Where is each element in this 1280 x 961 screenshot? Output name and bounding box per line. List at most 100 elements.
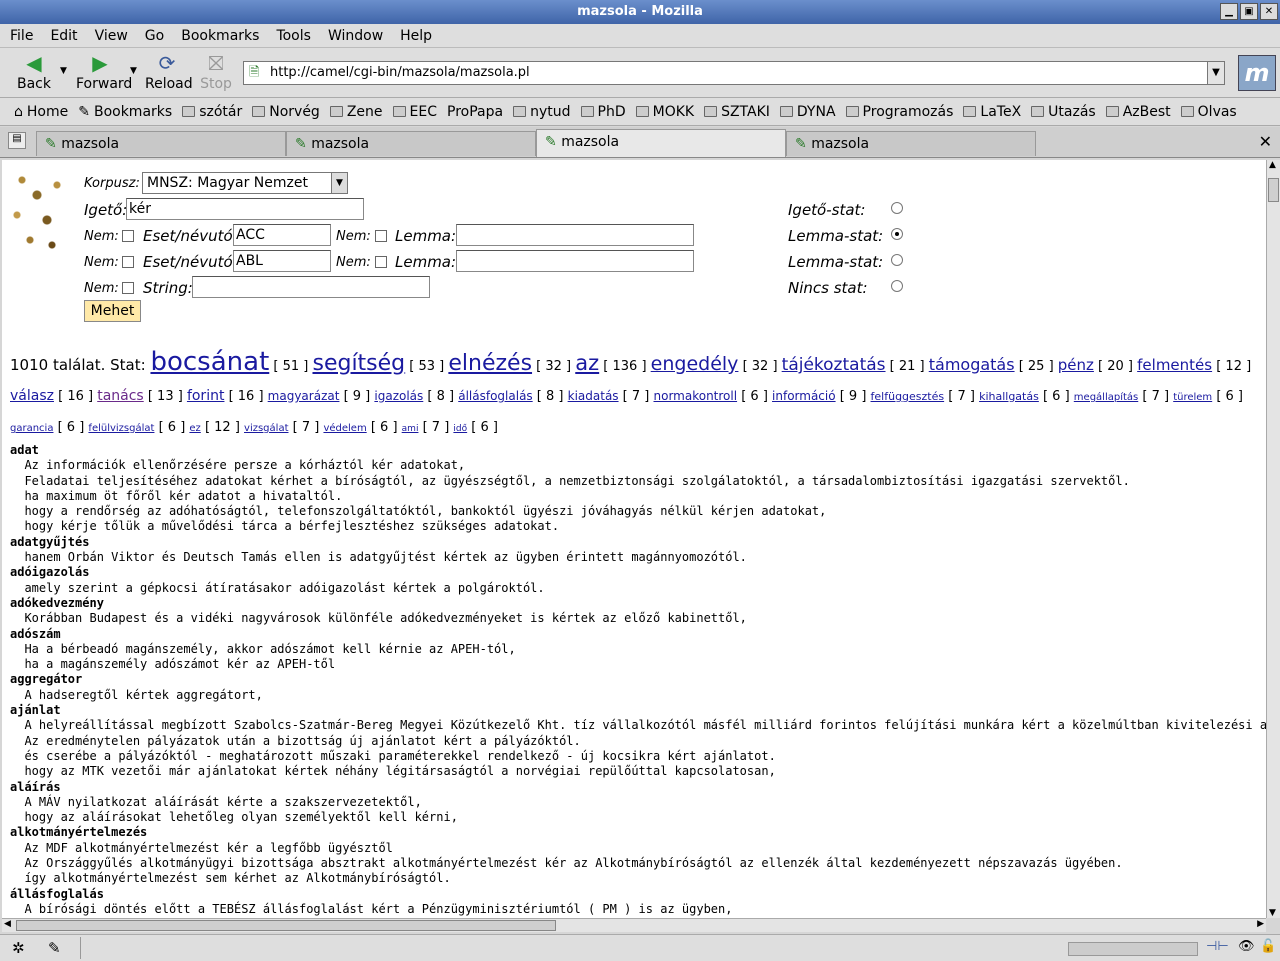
stat-link[interactable]: garancia [10,423,53,434]
navigator-icon[interactable]: ✲ [12,939,25,957]
stat-link[interactable]: igazolás [374,389,423,403]
close-icon[interactable]: ✕ [1260,3,1278,20]
stat-link[interactable]: vizsgálat [244,423,288,434]
igeto-input[interactable]: kér [126,198,364,220]
korpusz-select[interactable]: MNSZ: Magyar Nemzet ▼ [142,172,348,194]
eset-input-1[interactable]: ACC [233,224,331,246]
stat-link[interactable]: pénz [1058,356,1094,374]
menu-go[interactable]: Go [145,28,164,44]
vertical-scrollbar[interactable]: ▲ ▼ [1266,160,1280,918]
bookmark-folder-latex[interactable]: LaTeX [963,104,1021,120]
lemma-input-2[interactable] [456,250,694,272]
eset-input-2[interactable]: ABL [233,250,331,272]
string-input[interactable] [192,276,430,298]
stat-link[interactable]: tanács [97,388,144,404]
nem-checkbox-5[interactable] [122,282,134,294]
stat-link[interactable]: védelem [323,423,366,434]
stat-link[interactable]: az [575,351,599,375]
bookmark-folder-azbest[interactable]: AzBest [1105,104,1171,120]
stat-link[interactable]: ez [189,423,200,434]
scroll-left-icon[interactable]: ◀ [4,919,11,929]
forward-button[interactable]: ▶ Forward [76,52,132,92]
stat-radio-none[interactable] [891,280,903,292]
mozilla-logo[interactable]: m [1238,55,1276,91]
stat-link[interactable]: felfüggesztés [871,390,945,403]
maximize-icon[interactable]: ▣ [1240,3,1258,20]
stat-radio-igeto[interactable] [891,202,903,214]
stat-link[interactable]: információ [772,389,836,403]
stat-link[interactable]: normakontroll [654,389,738,403]
back-dropdown-icon[interactable]: ▼ [60,66,67,76]
stat-link[interactable]: ami [402,424,419,434]
nem-checkbox-4[interactable] [375,256,387,268]
stat-link[interactable]: forint [187,388,225,404]
bookmark-home[interactable]: ⌂ Home [14,104,68,120]
stat-link[interactable]: tájékoztatás [782,355,886,375]
bookmark-folder-phd[interactable]: PhD [580,104,626,120]
bookmark-folder-sztaki[interactable]: SZTAKI [704,104,770,120]
horizontal-scrollbar[interactable]: ◀ ▶ [2,918,1266,932]
stop-button[interactable]: ⛝ Stop [200,52,232,92]
stat-link[interactable]: támogatás [929,355,1015,374]
reload-button[interactable]: ⟳ Reload [145,52,193,92]
new-tab-icon[interactable]: ▤ [8,132,26,149]
nem-checkbox-2[interactable] [375,230,387,242]
stat-link[interactable]: kihallgatás [979,390,1039,403]
minimize-icon[interactable]: ▁ [1220,3,1238,20]
scroll-down-icon[interactable]: ▼ [1269,908,1276,918]
nem-checkbox-3[interactable] [122,256,134,268]
stat-link[interactable]: türelem [1173,392,1212,403]
stat-link[interactable]: engedély [651,353,739,375]
menu-window[interactable]: Window [328,28,383,44]
menu-edit[interactable]: Edit [50,28,77,44]
bookmark-folder-szotar[interactable]: szótár [182,104,242,120]
stat-link[interactable]: segítség [312,351,405,376]
scroll-thumb[interactable] [1268,178,1279,202]
bookmark-bookmarks[interactable]: ✎ Bookmarks [78,104,172,120]
composer-icon[interactable]: ✎ [48,939,61,957]
nem-checkbox-1[interactable] [122,230,134,242]
scroll-up-icon[interactable]: ▲ [1269,160,1276,170]
bookmark-folder-dyna[interactable]: DYNA [779,104,836,120]
lemma-input-1[interactable] [456,224,694,246]
hscroll-thumb[interactable] [16,920,556,931]
bookmark-folder-programozas[interactable]: Programozás [845,104,953,120]
stat-link[interactable]: felülvizsgálat [88,423,154,434]
menu-help[interactable]: Help [400,28,432,44]
bookmark-folder-utazas[interactable]: Utazás [1031,104,1096,120]
url-bar[interactable]: 🗎 http://camel/cgi-bin/mazsola/mazsola.p… [243,61,1209,85]
close-tab-icon[interactable]: ✕ [1259,132,1272,151]
bookmark-propapa[interactable]: ProPapa [447,104,503,120]
result-sentence: Az információk ellenőrzésére persze a kó… [10,458,466,473]
bookmark-folder-norveg[interactable]: Norvég [252,104,320,120]
bookmark-folder-mokk[interactable]: MOKK [635,104,694,120]
stat-radio-lemma-1[interactable] [891,228,903,240]
stat-link[interactable]: magyarázat [268,389,340,403]
url-dropdown-icon[interactable]: ▼ [1207,61,1225,85]
bookmark-folder-olvas[interactable]: Olvas [1180,104,1237,120]
menu-view[interactable]: View [95,28,128,44]
scroll-right-icon[interactable]: ▶ [1257,919,1264,929]
menu-file[interactable]: File [10,28,33,44]
menu-tools[interactable]: Tools [276,28,311,44]
menu-bookmarks[interactable]: Bookmarks [181,28,259,44]
back-button[interactable]: ◀ Back [16,52,52,92]
tab-2[interactable]: ✎ mazsola [286,131,536,156]
stat-radio-lemma-2[interactable] [891,254,903,266]
stat-link[interactable]: állásfoglalás [458,389,532,403]
tab-4[interactable]: ✎ mazsola [786,131,1036,156]
stat-link[interactable]: idő [453,424,467,434]
stat-link[interactable]: elnézés [448,351,532,376]
forward-dropdown-icon[interactable]: ▼ [130,66,137,76]
mehet-button[interactable]: Mehet [84,300,141,322]
tab-1[interactable]: ✎ mazsola [36,131,286,156]
bookmark-folder-nytud[interactable]: nytud [513,104,571,120]
stat-link[interactable]: megállapítás [1074,392,1138,403]
tab-3-active[interactable]: ✎ mazsola [536,129,786,157]
stat-link[interactable]: kiadatás [568,389,619,403]
bookmark-folder-zene[interactable]: Zene [329,104,383,120]
bookmark-folder-eec[interactable]: EEC [392,104,437,120]
stat-link[interactable]: felmentés [1137,356,1212,374]
stat-link[interactable]: válasz [10,388,54,404]
stat-link[interactable]: bocsánat [150,347,269,377]
